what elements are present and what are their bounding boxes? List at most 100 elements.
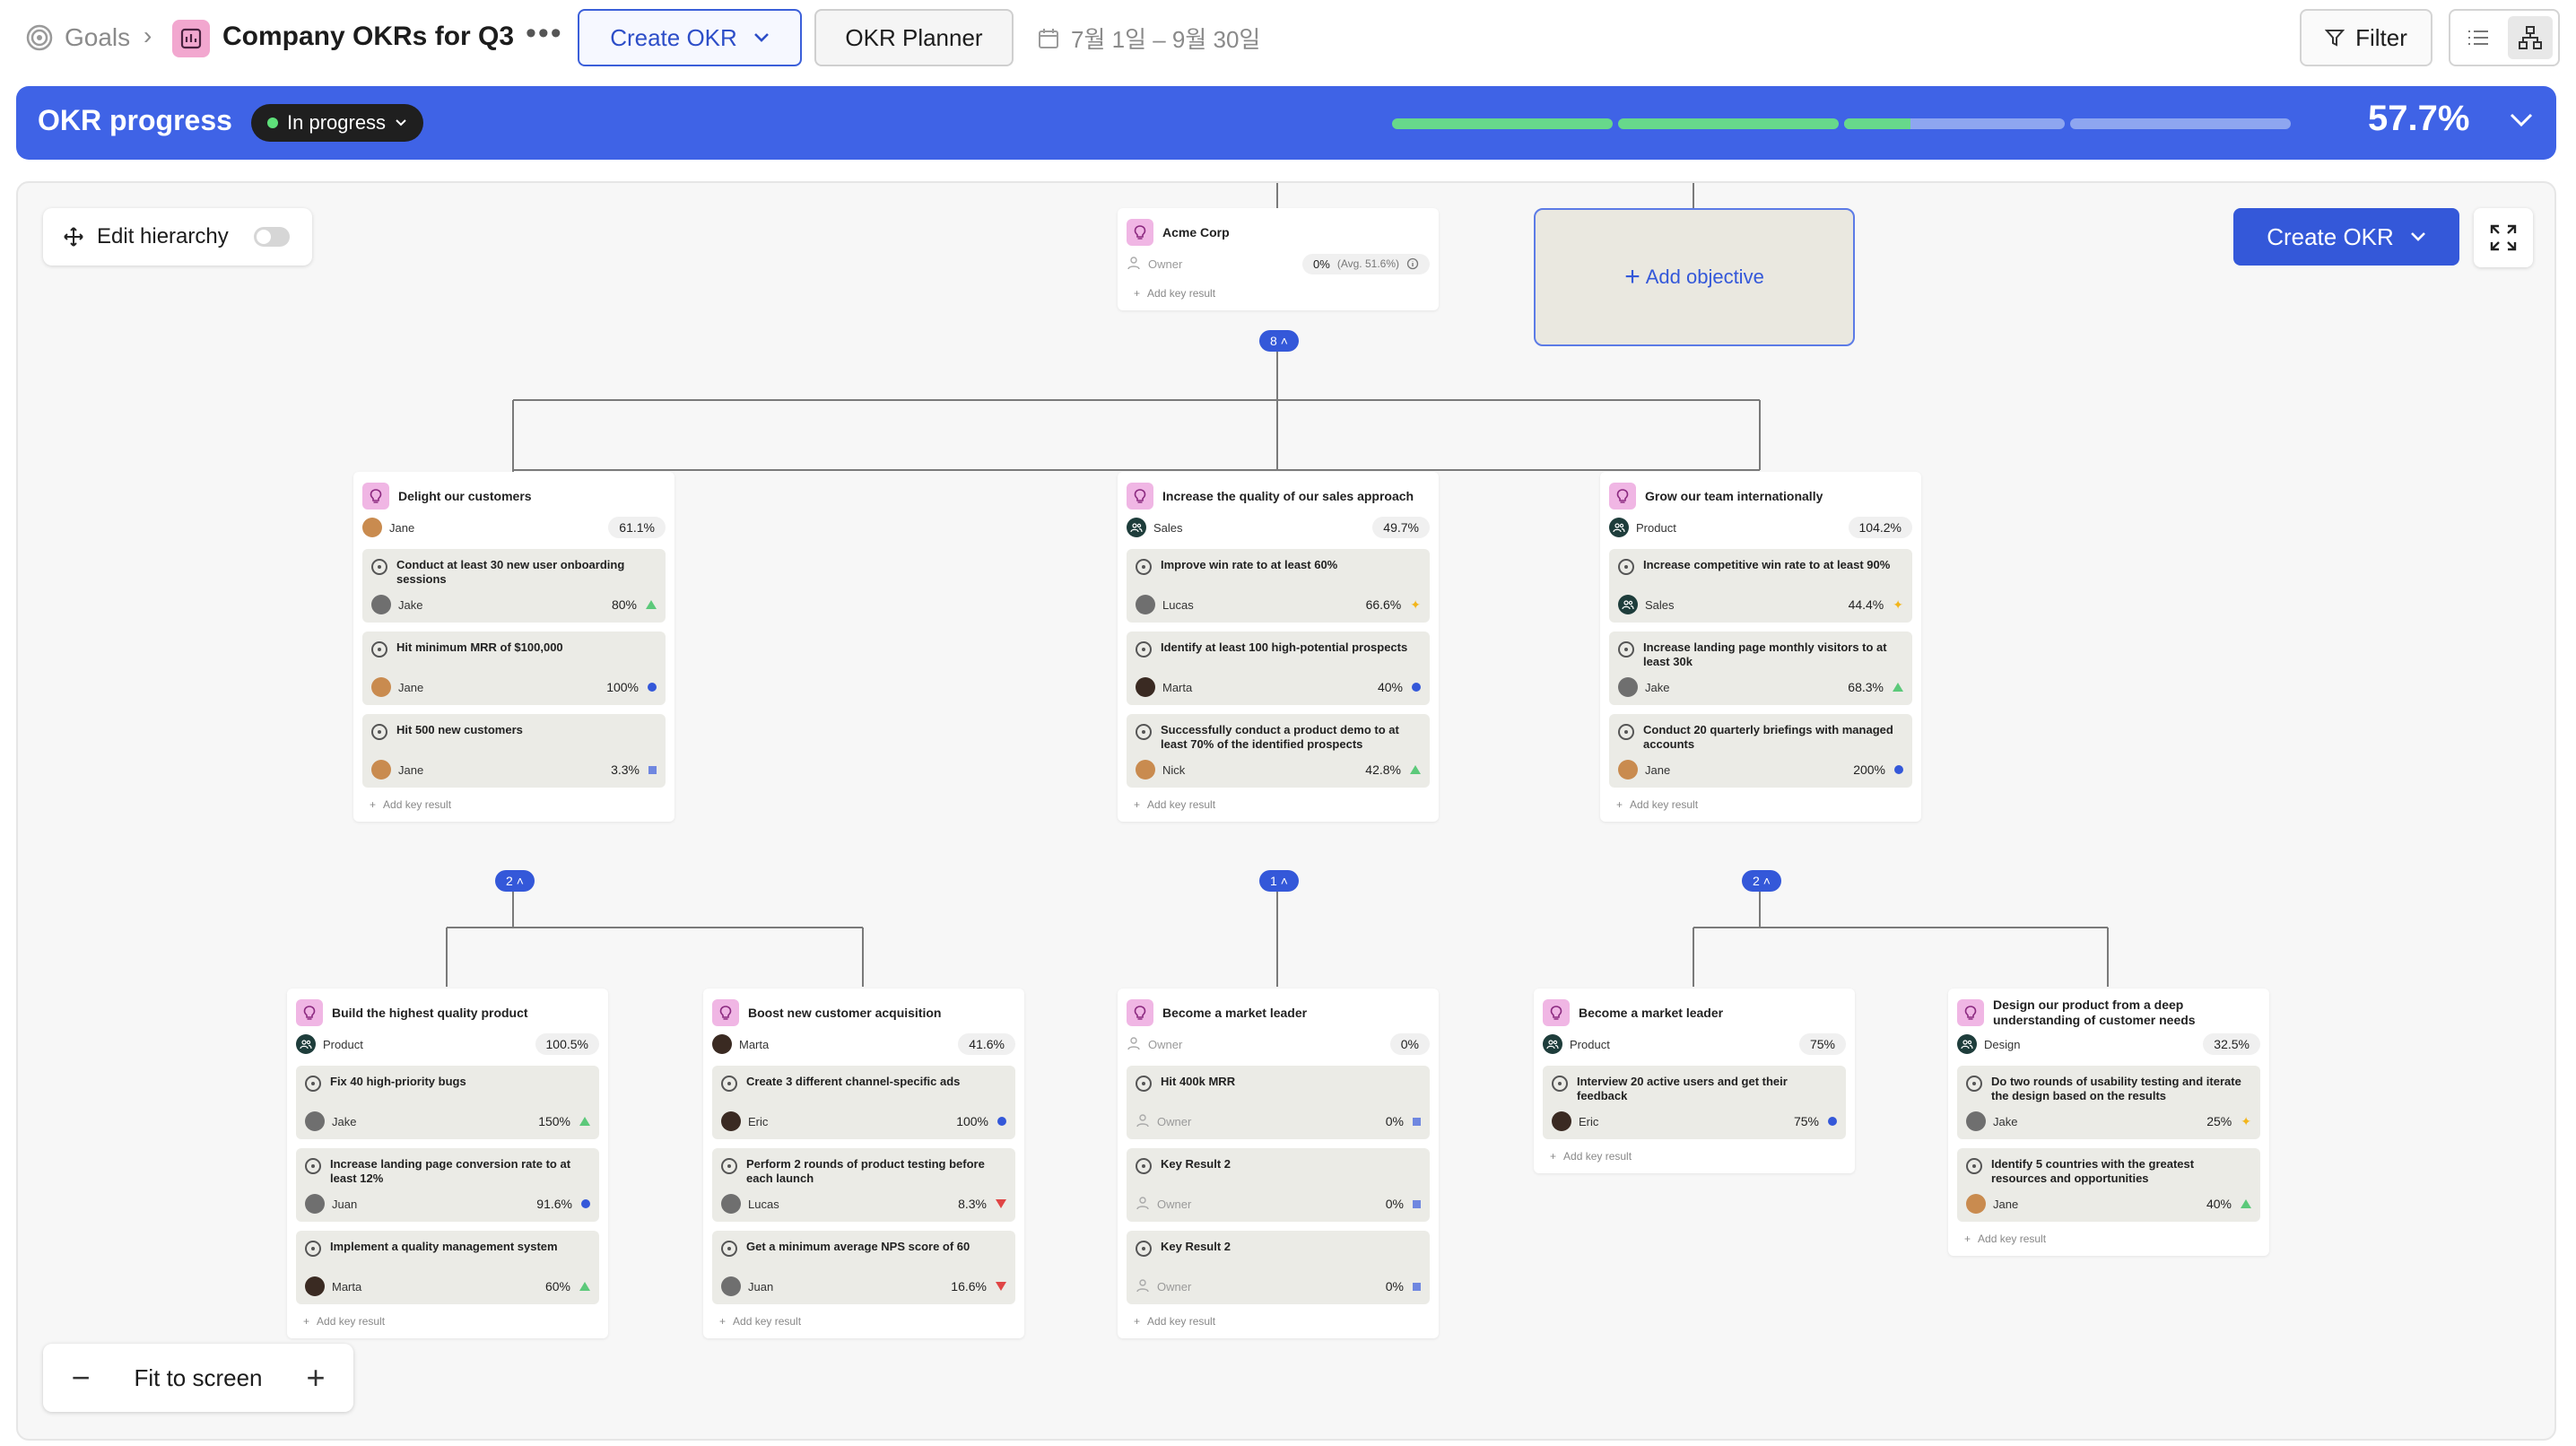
key-result-owner[interactable]: Owner: [1136, 1278, 1191, 1295]
okr-planner-button[interactable]: OKR Planner: [814, 9, 1014, 66]
key-result[interactable]: Hit 500 new customers Jane 3.3%: [362, 714, 666, 788]
owner-selector[interactable]: Owner: [1127, 1036, 1182, 1053]
add-key-result-button[interactable]: + Add key result: [1543, 1148, 1846, 1164]
key-result[interactable]: Identify 5 countries with the greatest r…: [1957, 1148, 2260, 1222]
key-result-owner[interactable]: Eric: [721, 1111, 768, 1131]
team-icon: [1957, 1034, 1977, 1054]
canvas-create-okr-button[interactable]: Create OKR: [2233, 208, 2459, 266]
add-key-result-button[interactable]: + Add key result: [1957, 1231, 2260, 1247]
key-result[interactable]: Increase competitive win rate to at leas…: [1609, 549, 1912, 623]
date-range[interactable]: 7월 1일 – 9월 30일: [1037, 22, 1260, 55]
objective-card[interactable]: Grow our team internationally Product 104.…: [1600, 472, 1921, 822]
key-result-owner[interactable]: Jane: [1966, 1194, 2018, 1214]
add-key-result-button[interactable]: + Add key result: [1609, 797, 1912, 813]
key-result[interactable]: Improve win rate to at least 60% Lucas 66.…: [1127, 549, 1430, 623]
objective-card[interactable]: Design our product from a deep understan…: [1948, 989, 2269, 1256]
owner-selector[interactable]: Product: [1543, 1034, 1610, 1054]
fullscreen-icon[interactable]: [2474, 208, 2533, 267]
key-result[interactable]: Create 3 different channel-specific ads E…: [712, 1066, 1015, 1139]
key-result[interactable]: Implement a quality management system Mar…: [296, 1231, 599, 1304]
filter-button[interactable]: Filter: [2300, 9, 2432, 66]
key-result[interactable]: Identify at least 100 high-potential pro…: [1127, 632, 1430, 705]
key-result-owner[interactable]: Jane: [1618, 760, 1670, 780]
breadcrumb-goals[interactable]: Goals: [25, 20, 130, 56]
add-key-result-button[interactable]: + Add key result: [362, 797, 666, 813]
key-result-owner[interactable]: Jake: [1966, 1111, 2017, 1131]
key-result-owner[interactable]: Owner: [1136, 1196, 1191, 1213]
objective-card[interactable]: Increase the quality of our sales approa…: [1118, 472, 1439, 822]
key-result-owner[interactable]: Lucas: [721, 1194, 779, 1214]
owner-selector[interactable]: Marta: [712, 1034, 769, 1054]
key-result-owner[interactable]: Jane: [371, 677, 423, 697]
key-result[interactable]: Perform 2 rounds of product testing befo…: [712, 1148, 1015, 1222]
objective-card[interactable]: Delight our customers Jane 61.1% Conduct at…: [353, 472, 674, 822]
key-result[interactable]: Key Result 2 Owner 0%: [1127, 1148, 1430, 1222]
key-result-owner[interactable]: Marta: [305, 1276, 361, 1296]
okr-tree-canvas[interactable]: Edit hierarchy + Add objective Create OK…: [16, 181, 2556, 1441]
key-result[interactable]: Get a minimum average NPS score of 60 Jua…: [712, 1231, 1015, 1304]
key-result[interactable]: Interview 20 active users and get their …: [1543, 1066, 1846, 1139]
create-okr-button[interactable]: Create OKR: [578, 9, 802, 66]
key-result-owner[interactable]: Lucas: [1136, 595, 1194, 614]
objective-card[interactable]: Become a market leader Owner 0% Hit 400k MR…: [1118, 989, 1439, 1338]
add-key-result-button[interactable]: + Add key result: [1127, 285, 1430, 301]
key-result[interactable]: Fix 40 high-priority bugs Jake 150%: [296, 1066, 599, 1139]
add-objective-button[interactable]: + Add objective: [1534, 208, 1855, 346]
owner-selector[interactable]: Design: [1957, 1034, 2020, 1054]
key-result[interactable]: Key Result 2 Owner 0%: [1127, 1231, 1430, 1304]
add-key-result-button[interactable]: + Add key result: [1127, 1313, 1430, 1329]
owner-selector[interactable]: Sales: [1127, 518, 1183, 537]
key-result[interactable]: Conduct 20 quarterly briefings with mana…: [1609, 714, 1912, 788]
fit-to-screen-button[interactable]: Fit to screen: [134, 1364, 262, 1392]
key-result-owner[interactable]: Jake: [305, 1111, 356, 1131]
children-count-toggle[interactable]: 8 ˄: [1259, 330, 1299, 352]
key-result[interactable]: Increase landing page conversion rate to…: [296, 1148, 599, 1222]
key-result-owner[interactable]: Juan: [721, 1276, 773, 1296]
chevron-down-icon[interactable]: [2508, 106, 2535, 137]
key-result[interactable]: Successfully conduct a product demo to a…: [1127, 714, 1430, 788]
status-dropdown[interactable]: In progress: [251, 104, 424, 142]
target-icon: [26, 24, 53, 51]
objective-card[interactable]: Boost new customer acquisition Marta 41.6%…: [703, 989, 1024, 1338]
children-count-toggle[interactable]: 2 ˄: [495, 870, 535, 892]
root-objective-card[interactable]: Acme Corp Owner 0% (Avg. 51.6%) + Add key…: [1118, 208, 1439, 310]
key-result[interactable]: Conduct at least 30 new user onboarding …: [362, 549, 666, 623]
key-result-owner[interactable]: Jane: [371, 760, 423, 780]
key-result-owner[interactable]: Sales: [1618, 595, 1675, 614]
plus-icon: +: [303, 1315, 310, 1328]
status-indicator-icon: [1828, 1117, 1837, 1126]
objective-card[interactable]: Become a market leader Product 75% Intervie…: [1534, 989, 1855, 1173]
status-indicator-icon: [579, 1117, 590, 1126]
objective-card[interactable]: Build the highest quality product Product…: [287, 989, 608, 1338]
key-result[interactable]: Hit 400k MRR Owner 0%: [1127, 1066, 1430, 1139]
edit-hierarchy-control[interactable]: Edit hierarchy: [43, 208, 312, 266]
target-icon: [1136, 724, 1152, 740]
more-options-icon[interactable]: •••: [526, 16, 563, 51]
key-result[interactable]: Do two rounds of usability testing and i…: [1957, 1066, 2260, 1139]
key-result[interactable]: Hit minimum MRR of $100,000 Jane 100%: [362, 632, 666, 705]
status-indicator-icon: [1894, 765, 1903, 774]
key-result-owner[interactable]: Marta: [1136, 677, 1192, 697]
hierarchy-view-icon[interactable]: [2508, 16, 2553, 59]
key-result-owner[interactable]: Jake: [371, 595, 422, 614]
key-result-owner[interactable]: Eric: [1552, 1111, 1598, 1131]
owner-selector[interactable]: Owner: [1127, 256, 1182, 273]
zoom-out-icon[interactable]: −: [65, 1359, 97, 1397]
owner-selector[interactable]: Product: [296, 1034, 363, 1054]
key-result-owner[interactable]: Juan: [305, 1194, 357, 1214]
zoom-in-icon[interactable]: +: [300, 1359, 332, 1397]
okr-progress-banner[interactable]: OKR progress In progress 57.7%: [16, 86, 2556, 160]
owner-selector[interactable]: Jane: [362, 518, 414, 537]
key-result-owner[interactable]: Jake: [1618, 677, 1669, 697]
children-count-toggle[interactable]: 2 ˄: [1742, 870, 1781, 892]
key-result[interactable]: Increase landing page monthly visitors t…: [1609, 632, 1912, 705]
edit-hierarchy-toggle[interactable]: [253, 227, 290, 247]
owner-selector[interactable]: Product: [1609, 518, 1676, 537]
list-view-icon[interactable]: [2456, 16, 2501, 59]
children-count-toggle[interactable]: 1 ˄: [1259, 870, 1299, 892]
add-key-result-button[interactable]: + Add key result: [1127, 797, 1430, 813]
add-key-result-button[interactable]: + Add key result: [296, 1313, 599, 1329]
add-key-result-button[interactable]: + Add key result: [712, 1313, 1015, 1329]
key-result-owner[interactable]: Owner: [1136, 1113, 1191, 1130]
key-result-owner[interactable]: Nick: [1136, 760, 1185, 780]
